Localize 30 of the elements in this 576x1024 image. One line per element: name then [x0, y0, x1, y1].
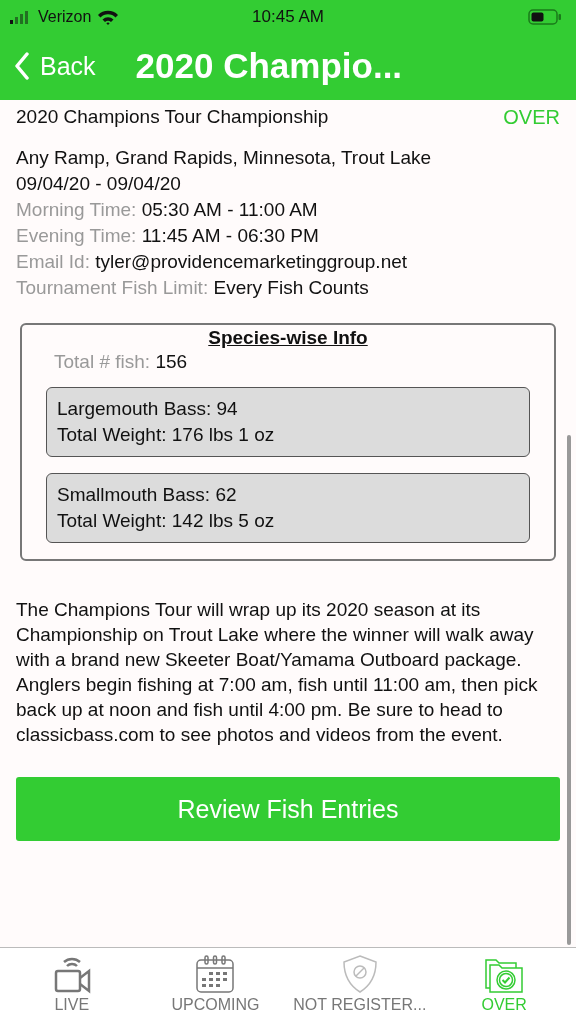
total-label: Total # fish:: [54, 351, 151, 372]
detail-label: Email Id:: [16, 251, 90, 272]
species-count: Largemouth Bass: 94: [57, 397, 239, 421]
species-weight: Total Weight: 176 lbs 1 oz: [57, 423, 276, 447]
detail-label: Morning Time:: [16, 199, 137, 220]
detail-label: Tournament Fish Limit:: [16, 277, 209, 298]
page-title: 2020 Champio...: [135, 46, 403, 86]
carrier-name: Verizon: [38, 8, 92, 26]
detail-value: tyler@providencemarketinggroup.net: [95, 251, 408, 272]
battery-icon: [528, 9, 562, 25]
species-count: Smallmouth Bass: 62: [57, 483, 238, 507]
detail-value: 05:30 AM - 11:00 AM: [141, 199, 318, 220]
total-value: 156: [155, 351, 188, 372]
calendar-icon: [195, 954, 236, 994]
tab-item[interactable]: LIVE: [0, 948, 144, 1024]
clock-time: 10:45 AM: [252, 7, 324, 27]
chevron-left-icon: [14, 52, 30, 80]
detail-value: Every Fish Counts: [213, 277, 369, 298]
detail-value: 11:45 AM - 06:30 PM: [141, 225, 319, 246]
event-location: Any Ramp, Grand Rapids, Minnesota, Trout Lake: [16, 146, 433, 170]
tab-item[interactable]: NOT REGISTER...: [287, 948, 433, 1024]
event-title: 2020 Champions Tour Championship: [16, 106, 329, 129]
event-status: OVER: [503, 106, 560, 129]
detail-label: Evening Time:: [16, 225, 137, 246]
event-dates: 09/04/20 - 09/04/20: [16, 172, 182, 196]
event-description: The Champions Tour will wrap up its 2020 season at its Championship on Trout Lake where the winner will walk away with a brand new Skeeter Boat/Yamama Outboard package. Anglers begin fishing at 7:00 am, fish until 11:00 am, then pick back up at noon and fish until 4:00 pm. Be sure to head to classicbass.com to see photos and videos from the event.: [16, 598, 539, 747]
tab-item[interactable]: UPCOMING: [143, 948, 288, 1024]
card-title: Species-wise Info: [208, 327, 368, 349]
wifi-icon: [97, 9, 120, 25]
species-weight: Total Weight: 142 lbs 5 oz: [57, 509, 276, 533]
